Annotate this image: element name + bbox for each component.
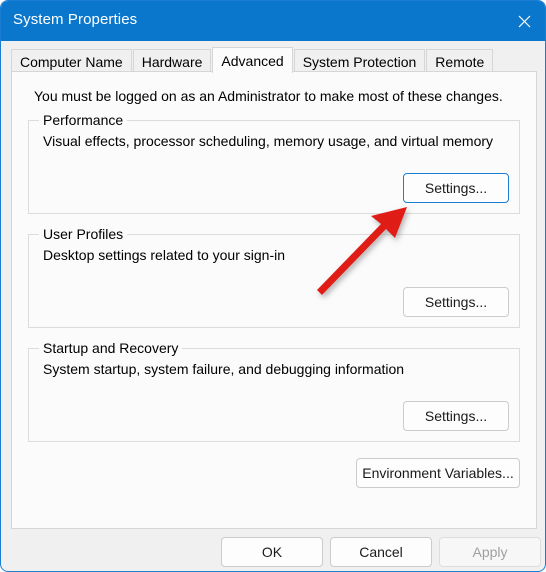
group-performance-title: Performance [39,112,128,128]
group-user-profiles-title: User Profiles [39,226,128,242]
group-performance: Performance Visual effects, processor sc… [28,112,520,214]
title-bar: System Properties [1,1,545,41]
dialog-footer: OK Cancel Apply [1,535,545,571]
startup-recovery-settings-button[interactable]: Settings... [403,401,509,431]
user-profiles-settings-button[interactable]: Settings... [403,287,509,317]
group-user-profiles: User Profiles Desktop settings related t… [28,226,520,328]
group-startup-and-recovery-description: System startup, system failure, and debu… [43,361,405,377]
group-startup-and-recovery-title: Startup and Recovery [39,340,183,356]
tab-strip: Computer Name Hardware Advanced System P… [1,41,545,73]
window-title: System Properties [13,11,138,28]
tab-list: Computer Name Hardware Advanced System P… [11,47,494,73]
tab-hardware[interactable]: Hardware [132,49,212,73]
administrator-note: You must be logged on as an Administrato… [34,88,503,104]
tab-remote[interactable]: Remote [426,49,494,73]
close-icon [518,15,530,27]
performance-settings-button[interactable]: Settings... [403,173,509,203]
tab-computer-name[interactable]: Computer Name [11,49,132,73]
cancel-button[interactable]: Cancel [330,537,432,567]
close-button[interactable] [501,1,545,41]
group-startup-and-recovery: Startup and Recovery System startup, sys… [28,340,520,442]
tab-panel-advanced: You must be logged on as an Administrato… [11,71,537,529]
group-user-profiles-description: Desktop settings related to your sign-in [43,247,286,263]
apply-button: Apply [439,537,541,567]
environment-variables-button[interactable]: Environment Variables... [356,458,520,488]
ok-button[interactable]: OK [221,537,323,567]
tab-advanced[interactable]: Advanced [212,47,293,73]
tab-system-protection[interactable]: System Protection [293,49,426,73]
group-performance-description: Visual effects, processor scheduling, me… [43,133,494,149]
system-properties-window: System Properties Computer Name Hardware… [0,0,546,572]
